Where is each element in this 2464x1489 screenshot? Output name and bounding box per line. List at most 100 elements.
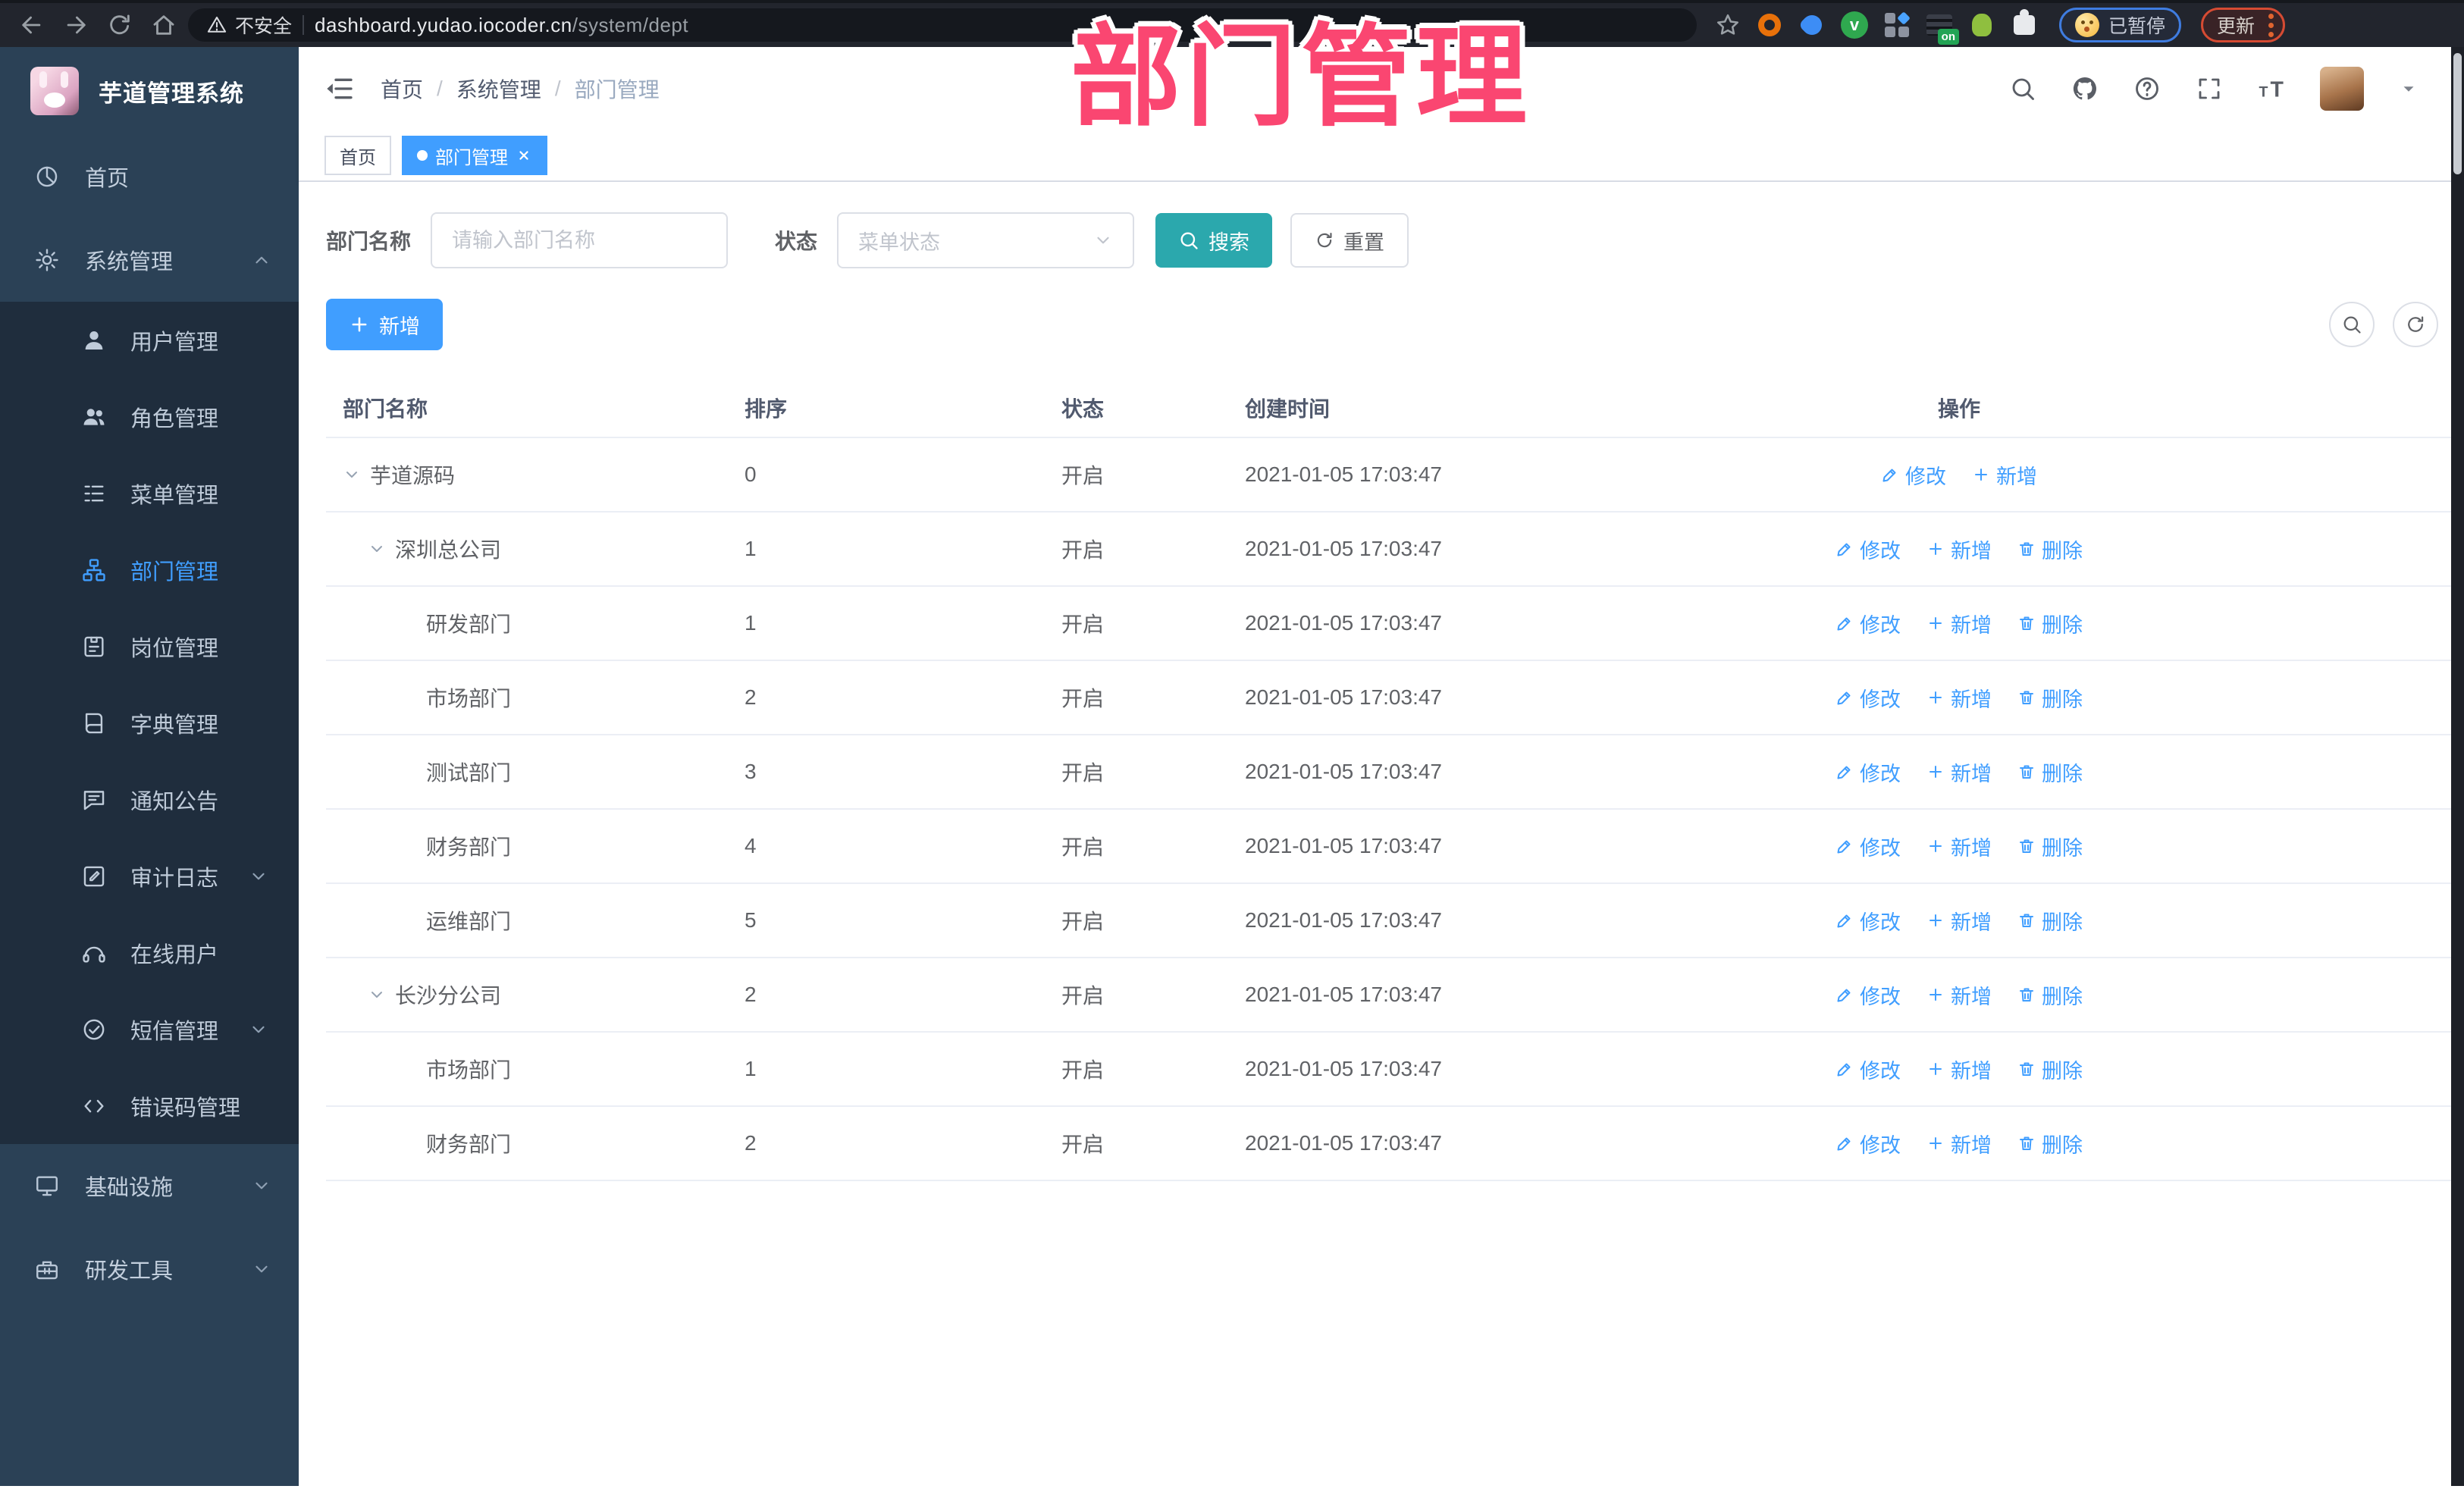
row-add-action[interactable]: 新增 <box>1972 460 2037 490</box>
kebab-icon[interactable] <box>2268 13 2274 37</box>
fullscreen-icon[interactable] <box>2196 75 2223 102</box>
trash-icon <box>2017 688 2036 707</box>
toggle-search-button[interactable] <box>2329 302 2375 347</box>
caret-down-icon[interactable] <box>2399 79 2419 99</box>
row-delete-action[interactable]: 删除 <box>2017 980 2083 1010</box>
row-add-action[interactable]: 新增 <box>1926 683 1992 713</box>
sidebar-item-在线用户[interactable]: 在线用户 <box>0 914 299 991</box>
question-icon[interactable] <box>2133 75 2161 102</box>
search-button[interactable]: 搜索 <box>1155 213 1273 268</box>
add-button[interactable]: 新增 <box>326 299 443 350</box>
page-scrollbar[interactable] <box>2451 47 2464 1486</box>
row-edit-action[interactable]: 修改 <box>1835 757 1901 787</box>
breadcrumb-system[interactable]: 系统管理 <box>456 74 541 104</box>
scrollbar-thumb[interactable] <box>2453 53 2462 174</box>
action-label: 新增 <box>1951 985 1992 1008</box>
url-text[interactable]: dashboard.yudao.iocoder.cn/system/dept <box>315 14 688 37</box>
row-add-action[interactable]: 新增 <box>1926 757 1992 787</box>
row-edit-action[interactable]: 修改 <box>1835 609 1901 638</box>
address-bar[interactable]: 不安全 dashboard.yudao.iocoder.cn/system/de… <box>188 8 1697 42</box>
sidebar-item-菜单管理[interactable]: 菜单管理 <box>0 455 299 531</box>
expand-caret-icon[interactable] <box>368 986 386 1004</box>
action-label: 新增 <box>1951 1133 1992 1157</box>
forward-icon[interactable] <box>59 8 92 42</box>
row-add-action[interactable]: 新增 <box>1926 609 1992 638</box>
sidebar-item-错误码管理[interactable]: 错误码管理 <box>0 1067 299 1144</box>
sidebar-item-岗位管理[interactable]: 岗位管理 <box>0 608 299 685</box>
sidebar-item-短信管理[interactable]: 短信管理 <box>0 991 299 1067</box>
row-edit-action[interactable]: 修改 <box>1881 460 1946 490</box>
blue-drop-icon[interactable] <box>1798 11 1826 39</box>
reload-icon[interactable] <box>103 8 136 42</box>
row-add-action[interactable]: 新增 <box>1926 1055 1992 1084</box>
sidebar-item-基础设施[interactable]: 基础设施 <box>0 1144 299 1227</box>
user-avatar[interactable] <box>2320 67 2364 111</box>
created-time-cell: 2021-01-05 17:03:47 <box>1245 834 1442 857</box>
android-figure-icon[interactable] <box>1968 11 1995 39</box>
sidebar-item-首页[interactable]: 首页 <box>0 135 299 218</box>
row-edit-action[interactable]: 修改 <box>1835 683 1901 713</box>
refresh-table-button[interactable] <box>2393 302 2438 347</box>
check-circle-icon <box>79 1017 109 1042</box>
sidebar-item-角色管理[interactable]: 角色管理 <box>0 378 299 455</box>
row-delete-action[interactable]: 删除 <box>2017 757 2083 787</box>
status-cell: 开启 <box>1061 613 1105 636</box>
row-edit-action[interactable]: 修改 <box>1835 1129 1901 1158</box>
back-icon[interactable] <box>15 8 49 42</box>
row-add-action[interactable]: 新增 <box>1926 980 1992 1010</box>
sidebar-item-研发工具[interactable]: 研发工具 <box>0 1227 299 1311</box>
row-add-action[interactable]: 新增 <box>1926 832 1992 861</box>
action-label: 修改 <box>1860 613 1901 637</box>
security-indicator[interactable]: 不安全 <box>206 11 292 39</box>
row-add-action[interactable]: 新增 <box>1926 534 1992 564</box>
puzzle-icon[interactable] <box>2011 9 2038 39</box>
tag-dept-management[interactable]: 部门管理 <box>402 136 547 175</box>
row-delete-action[interactable]: 删除 <box>2017 534 2083 564</box>
dept-name-input[interactable] <box>431 212 729 268</box>
sidebar-item-审计日志[interactable]: 审计日志 <box>0 838 299 914</box>
row-edit-action[interactable]: 修改 <box>1835 906 1901 936</box>
browser-nav-buttons <box>15 8 180 42</box>
hamburger-icon[interactable] <box>324 74 355 104</box>
status-select[interactable]: 菜单状态 <box>837 212 1135 268</box>
tab-grid-icon[interactable] <box>1883 11 1911 39</box>
search-icon[interactable] <box>2009 75 2036 102</box>
sidebar-logo-row[interactable]: 芋道管理系统 <box>0 47 299 135</box>
github-icon[interactable] <box>2071 75 2099 102</box>
row-delete-action[interactable]: 删除 <box>2017 1055 2083 1084</box>
reset-button[interactable]: 重置 <box>1290 213 1409 268</box>
adblock-ring-icon[interactable] <box>1756 11 1783 39</box>
sort-cell: 0 <box>745 462 757 486</box>
sidebar-item-部门管理[interactable]: 部门管理 <box>0 531 299 608</box>
row-add-action[interactable]: 新增 <box>1926 906 1992 936</box>
browser-update-button[interactable]: 更新 <box>2201 8 2286 42</box>
breadcrumb-home[interactable]: 首页 <box>381 74 423 104</box>
home-icon[interactable] <box>147 8 180 42</box>
sidebar-item-字典管理[interactable]: 字典管理 <box>0 685 299 761</box>
bookmark-star-icon[interactable] <box>1715 12 1741 38</box>
row-edit-action[interactable]: 修改 <box>1835 832 1901 861</box>
tags-bar: 首页 部门管理 <box>299 130 2464 182</box>
sidebar-item-通知公告[interactable]: 通知公告 <box>0 761 299 838</box>
row-delete-action[interactable]: 删除 <box>2017 906 2083 936</box>
trash-icon <box>2017 1134 2036 1152</box>
green-check-icon[interactable]: v <box>1841 11 1868 39</box>
onetab-icon[interactable]: on <box>1926 11 1959 45</box>
font-size-icon[interactable]: TT <box>2258 75 2285 102</box>
row-edit-action[interactable]: 修改 <box>1835 980 1901 1010</box>
sidebar-item-系统管理[interactable]: 系统管理 <box>0 218 299 302</box>
row-add-action[interactable]: 新增 <box>1926 1129 1992 1158</box>
row-delete-action[interactable]: 删除 <box>2017 609 2083 638</box>
row-delete-action[interactable]: 删除 <box>2017 832 2083 861</box>
row-delete-action[interactable]: 删除 <box>2017 1129 2083 1158</box>
close-icon[interactable] <box>516 147 532 164</box>
row-edit-action[interactable]: 修改 <box>1835 534 1901 564</box>
expand-caret-icon[interactable] <box>343 466 361 484</box>
row-edit-action[interactable]: 修改 <box>1835 1055 1901 1084</box>
column-header: 部门名称 <box>343 397 428 421</box>
tag-home[interactable]: 首页 <box>324 136 391 175</box>
row-delete-action[interactable]: 删除 <box>2017 683 2083 713</box>
expand-caret-icon[interactable] <box>368 540 386 558</box>
tab-paused-extension-pill[interactable]: 已暂停 <box>2059 8 2182 42</box>
sidebar-item-用户管理[interactable]: 用户管理 <box>0 302 299 378</box>
